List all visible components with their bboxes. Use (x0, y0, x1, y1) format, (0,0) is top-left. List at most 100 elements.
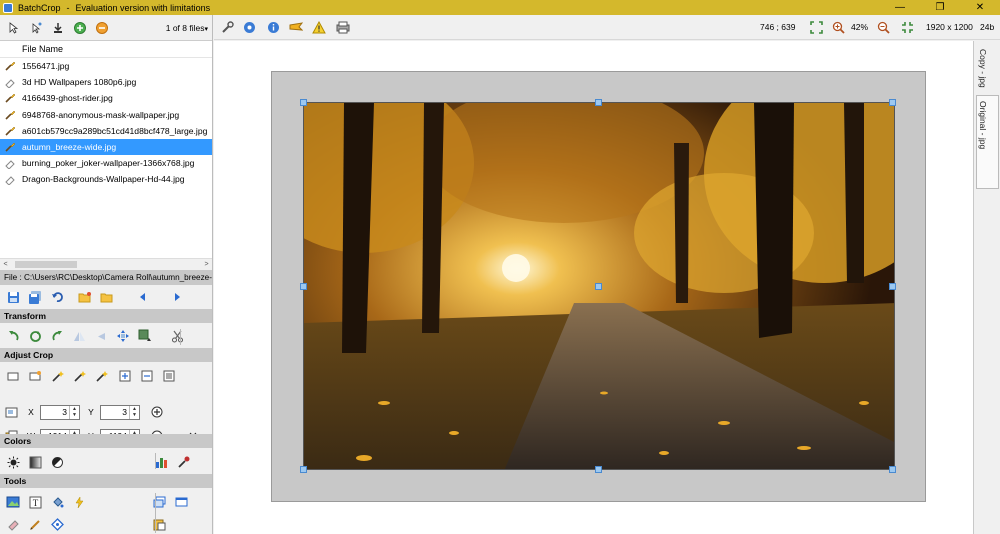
previous-file-icon[interactable] (132, 287, 154, 307)
file-list-item[interactable]: 1556471.jpg (0, 58, 212, 74)
histogram-icon[interactable] (150, 452, 172, 472)
file-list-item[interactable]: 3d HD Wallpapers 1080p6.jpg (0, 74, 212, 90)
file-list-item[interactable]: autumn_breeze-wide.jpg (0, 138, 212, 156)
brightness-icon[interactable] (2, 452, 24, 472)
wand-minus-icon[interactable] (90, 366, 112, 386)
crop-handle-bottom[interactable] (595, 466, 602, 473)
eraser-tool-icon[interactable] (2, 514, 24, 534)
rotate-left-icon[interactable] (2, 326, 24, 346)
original-tab[interactable]: Original - jpg (978, 101, 988, 149)
crop-position-row: X 3 ▲ ▼ Y 3 ▲ ▼ (0, 402, 212, 422)
file-list-item[interactable]: 4166439-ghost-rider.jpg (0, 90, 212, 106)
text-tool-icon[interactable]: T (24, 492, 46, 512)
remove-files-icon[interactable] (91, 17, 113, 39)
horizontal-scrollbar[interactable]: < > (0, 258, 212, 269)
contrast-icon[interactable] (24, 452, 46, 472)
close-button[interactable]: ✕ (960, 0, 1000, 15)
files-count-dropdown[interactable]: 1 of 8 files▾ (166, 23, 208, 33)
flag-icon[interactable] (287, 18, 305, 36)
auto-select-icon[interactable] (25, 17, 47, 39)
file-list-item[interactable]: a601cb579cc9a289bc51cd41d8bcf478_large.j… (0, 123, 212, 139)
adjust-crop-section-header[interactable]: Adjust Crop (0, 348, 212, 362)
shrink-crop-icon[interactable] (136, 366, 158, 386)
crop-handle-left[interactable] (300, 283, 307, 290)
batch-window-icon[interactable] (170, 492, 192, 512)
resize-icon[interactable] (134, 326, 156, 346)
file-list[interactable]: File Name 1556471.jpg 3d HD Wallpapers 10… (0, 40, 212, 269)
effects-icon[interactable] (68, 492, 90, 512)
maximize-button[interactable]: ❐ (920, 0, 960, 15)
zoom-in-icon[interactable] (829, 18, 847, 36)
open-folder-star-icon[interactable] (74, 287, 96, 307)
crop-handle-bottom-right[interactable] (889, 466, 896, 473)
file-list-item[interactable]: burning_poker_joker-wallpaper-1366x768.j… (0, 155, 212, 171)
minimize-button[interactable]: — (880, 0, 920, 15)
fill-bucket-icon[interactable] (46, 492, 68, 512)
download-icon[interactable] (47, 17, 69, 39)
scroll-thumb[interactable] (15, 260, 77, 268)
undo-icon[interactable] (46, 287, 68, 307)
batch-paste-icon[interactable] (148, 514, 170, 534)
wand-icon[interactable] (46, 366, 68, 386)
color-picker-icon[interactable] (172, 452, 194, 472)
target-icon[interactable] (46, 514, 68, 534)
y-spinbox[interactable]: 3 ▲ ▼ (100, 404, 140, 420)
bit-depth: 24b (980, 22, 995, 32)
file-name-column-header[interactable]: File Name (0, 41, 212, 58)
wand-plus-icon[interactable] (68, 366, 90, 386)
crop-handle-top[interactable] (595, 99, 602, 106)
info-icon[interactable] (264, 18, 282, 36)
colors-section-header[interactable]: Colors (0, 434, 212, 448)
add-files-icon[interactable] (69, 17, 91, 39)
divider (155, 493, 156, 533)
crop-auto-icon[interactable] (24, 366, 46, 386)
x-spinbox[interactable]: 3 ▲ ▼ (40, 404, 80, 420)
copy-tab[interactable]: Copy - jpg (978, 49, 988, 88)
x-spin-down[interactable]: ▼ (70, 412, 79, 418)
transform-section-header[interactable]: Transform (0, 309, 212, 323)
flip-vertical-icon[interactable] (90, 326, 112, 346)
crop-handle-bottom-left[interactable] (300, 466, 307, 473)
image-icon[interactable] (2, 492, 24, 512)
pencil-icon[interactable] (24, 514, 46, 534)
window-subtitle: Evaluation version with limitations (75, 2, 211, 13)
y-spin-down[interactable]: ▼ (130, 412, 139, 418)
actual-size-icon[interactable] (898, 18, 916, 36)
file-name: 6948768-anonymous-mask-wallpaper.jpg (22, 109, 180, 120)
print-icon[interactable] (334, 18, 352, 36)
crop-presets-icon[interactable] (158, 366, 180, 386)
zoom-out-icon[interactable] (874, 18, 892, 36)
app-logo-icon (3, 2, 13, 13)
save-icon[interactable] (2, 287, 24, 307)
select-cursor-icon[interactable] (3, 17, 25, 39)
scroll-right-arrow[interactable]: > (201, 261, 212, 268)
file-list-item[interactable]: 6948768-anonymous-mask-wallpaper.jpg (0, 107, 212, 123)
flip-horizontal-icon[interactable] (68, 326, 90, 346)
expand-crop-icon[interactable] (114, 366, 136, 386)
crop-rect-icon[interactable] (2, 366, 24, 386)
open-folder-icon[interactable] (96, 287, 118, 307)
crop-handle-top-left[interactable] (300, 99, 307, 106)
batch-copy-icon[interactable] (148, 492, 170, 512)
image-canvas[interactable] (214, 41, 973, 534)
move-icon[interactable] (112, 326, 134, 346)
brush-icon (4, 109, 16, 121)
warning-icon[interactable] (310, 18, 328, 36)
wrench-icon[interactable] (218, 18, 236, 36)
side-tabs: Copy - jpg Original - jpg (973, 41, 1000, 534)
rotate-right-icon[interactable] (46, 326, 68, 346)
info-settings-icon[interactable] (240, 18, 258, 36)
crop-handle-top-right[interactable] (889, 99, 896, 106)
crop-scissors-icon[interactable] (166, 326, 188, 346)
rotate-icon[interactable] (24, 326, 46, 346)
file-list-item[interactable]: Dragon-Backgrounds-Wallpaper-Hd-44.jpg (0, 171, 212, 187)
saturation-icon[interactable] (46, 452, 68, 472)
scroll-left-arrow[interactable]: < (0, 261, 11, 268)
crop-handle-right[interactable] (889, 283, 896, 290)
next-file-icon[interactable] (166, 287, 188, 307)
crop-handle-center[interactable] (595, 283, 602, 290)
tools-section-header[interactable]: Tools (0, 474, 212, 488)
fit-to-window-icon[interactable] (807, 18, 825, 36)
increase-margin-icon[interactable] (146, 402, 168, 422)
save-all-icon[interactable] (24, 287, 46, 307)
